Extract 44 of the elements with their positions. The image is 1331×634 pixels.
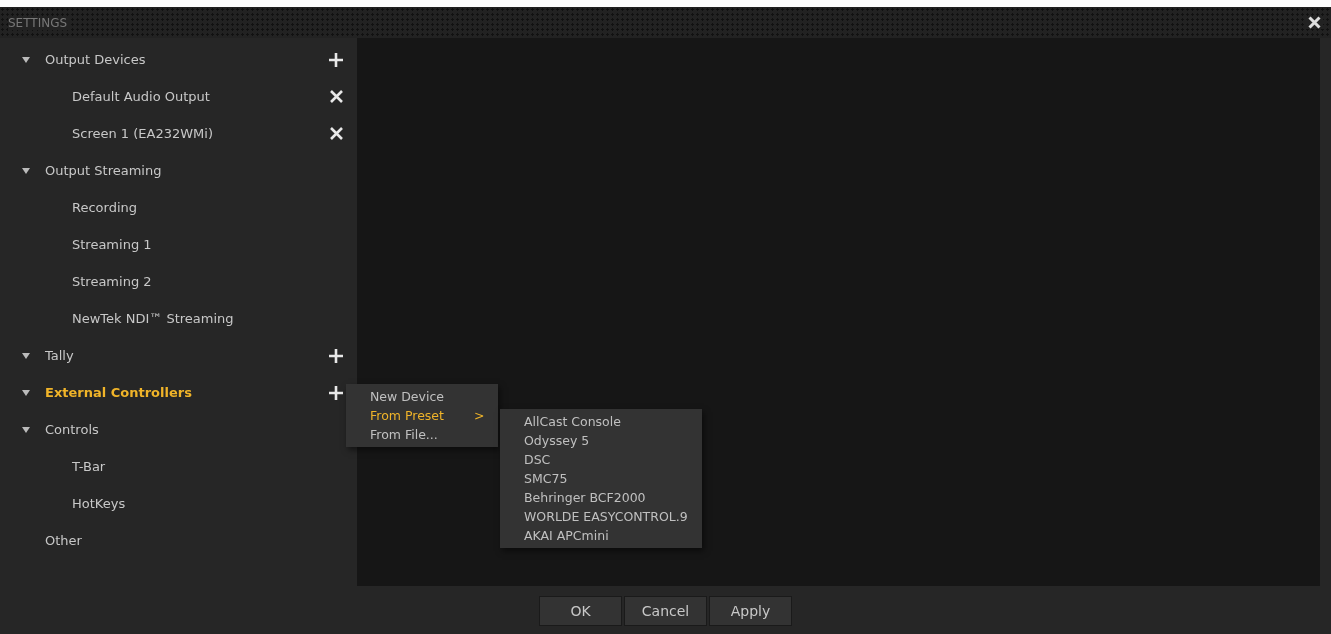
tree-item[interactable]: T-Bar <box>72 459 106 474</box>
expanded-arrow-icon[interactable] <box>22 389 30 396</box>
plus-icon <box>329 348 343 363</box>
tree-item[interactable]: Default Audio Output <box>72 89 210 104</box>
dialog-button[interactable]: Apply <box>709 596 792 626</box>
tree-item[interactable]: Other <box>45 533 82 548</box>
remove-button[interactable] <box>330 90 343 103</box>
menu-item[interactable]: SMC75 <box>500 469 702 488</box>
tree-item[interactable]: Tally <box>45 348 74 363</box>
window-title: SETTINGS <box>8 15 72 30</box>
tree-item[interactable]: NewTek NDI™ Streaming <box>72 311 234 326</box>
menu-item[interactable]: Odyssey 5 <box>500 431 702 450</box>
close-icon <box>330 127 343 140</box>
add-button[interactable] <box>329 385 343 400</box>
menu-item[interactable]: AllCast Console <box>500 412 702 431</box>
close-icon <box>330 90 343 103</box>
close-button[interactable] <box>1306 16 1323 29</box>
menu-item[interactable]: From Preset > <box>346 406 499 425</box>
expanded-arrow-icon[interactable] <box>22 352 30 359</box>
menu-item[interactable]: From File... <box>346 425 499 444</box>
tree-item[interactable]: Streaming 2 <box>72 274 152 289</box>
add-button[interactable] <box>329 348 343 363</box>
tree-item[interactable]: Recording <box>72 200 138 215</box>
tree-item[interactable]: Screen 1 (EA232WMi) <box>72 126 213 141</box>
remove-button[interactable] <box>330 127 343 140</box>
dialog-button[interactable]: OK <box>539 596 622 626</box>
dialog-button[interactable]: Cancel <box>624 596 707 626</box>
menu-item[interactable]: AKAI APCmini <box>500 526 702 545</box>
plus-icon <box>329 52 343 67</box>
menu-item[interactable]: WORLDE EASYCONTROL.9 <box>500 507 702 526</box>
tree-item[interactable]: HotKeys <box>72 496 126 511</box>
tree-item[interactable]: Output Streaming <box>45 163 162 178</box>
add-button[interactable] <box>329 52 343 67</box>
tree-item[interactable]: External Controllers <box>45 385 192 400</box>
plus-icon <box>329 385 343 400</box>
menu-item[interactable]: Behringer BCF2000 <box>500 488 702 507</box>
expanded-arrow-icon[interactable] <box>22 426 30 433</box>
expanded-arrow-icon[interactable] <box>22 167 30 174</box>
tree-item[interactable]: Output Devices <box>45 52 146 67</box>
menu-item[interactable]: New Device <box>346 387 499 406</box>
menu-item[interactable]: DSC <box>500 450 702 469</box>
tree-item[interactable]: Controls <box>45 422 99 437</box>
tree-item[interactable]: Streaming 1 <box>72 237 152 252</box>
expanded-arrow-icon[interactable] <box>22 56 30 63</box>
